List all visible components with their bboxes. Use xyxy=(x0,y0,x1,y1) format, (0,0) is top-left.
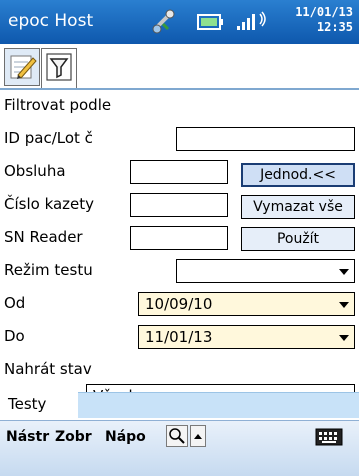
battery-icon[interactable] xyxy=(196,12,224,36)
date-text: 11/01/13 xyxy=(295,5,353,19)
from-date-label: Od xyxy=(4,294,26,312)
upload-status-label: Nahrát stav xyxy=(4,360,92,378)
tests-section: Testy xyxy=(0,392,359,418)
zoom-button[interactable] xyxy=(166,425,188,447)
triangle-up-icon xyxy=(191,431,205,450)
menu-view[interactable]: Zobr xyxy=(55,429,92,445)
notepad-pencil-icon xyxy=(5,55,39,89)
clear-all-button[interactable]: Vymazat vše xyxy=(241,195,355,219)
test-mode-select[interactable] xyxy=(176,259,355,283)
scroll-up-button[interactable] xyxy=(190,425,206,447)
apply-button[interactable]: Použít xyxy=(241,227,355,251)
operator-label: Obsluha xyxy=(4,162,66,180)
cartridge-number-label: Číslo kazety xyxy=(4,195,95,213)
menu-bar: Nástr Zobr Nápo xyxy=(0,420,359,476)
from-date-value: 10/09/10 xyxy=(145,295,213,313)
tab-strip-divider xyxy=(0,88,359,90)
filter-heading: Filtrovat podle xyxy=(4,96,112,114)
reader-serial-input[interactable] xyxy=(130,226,228,250)
tab-strip xyxy=(0,44,359,90)
menu-help[interactable]: Nápo xyxy=(105,429,146,445)
keyboard-icon[interactable] xyxy=(315,427,343,451)
test-mode-label: Režim testu xyxy=(4,261,93,279)
operator-input[interactable] xyxy=(130,160,228,184)
signal-icon[interactable] xyxy=(236,10,270,36)
reader-serial-label: SN Reader xyxy=(4,228,83,246)
simple-view-button[interactable]: Jednod.<< xyxy=(241,163,355,187)
tab-filter[interactable] xyxy=(41,48,77,90)
title-bar: epoc Host 11/01/13 12:35 xyxy=(0,0,359,44)
patient-id-input[interactable] xyxy=(176,127,355,151)
sync-icon[interactable] xyxy=(150,8,178,40)
cartridge-number-input[interactable] xyxy=(130,193,228,217)
chevron-down-icon xyxy=(339,335,349,341)
tests-list[interactable] xyxy=(78,392,359,418)
magnifier-icon xyxy=(167,428,187,450)
to-date-value: 11/01/13 xyxy=(145,328,213,346)
chevron-down-icon xyxy=(339,269,349,275)
from-date-picker[interactable]: 10/09/10 xyxy=(138,292,355,316)
date-time-display[interactable]: 11/01/13 12:35 xyxy=(295,5,353,35)
app-title[interactable]: epoc Host xyxy=(8,11,93,31)
chevron-down-icon xyxy=(339,302,349,308)
patient-id-label: ID pac/Lot č xyxy=(4,129,93,147)
to-date-label: Do xyxy=(4,327,25,345)
tab-edit[interactable] xyxy=(4,48,40,86)
time-text: 12:35 xyxy=(316,20,353,34)
funnel-filter-icon xyxy=(42,53,76,89)
menu-tools[interactable]: Nástr xyxy=(6,429,49,445)
to-date-picker[interactable]: 11/01/13 xyxy=(138,325,355,349)
tests-label: Testy xyxy=(8,395,47,413)
